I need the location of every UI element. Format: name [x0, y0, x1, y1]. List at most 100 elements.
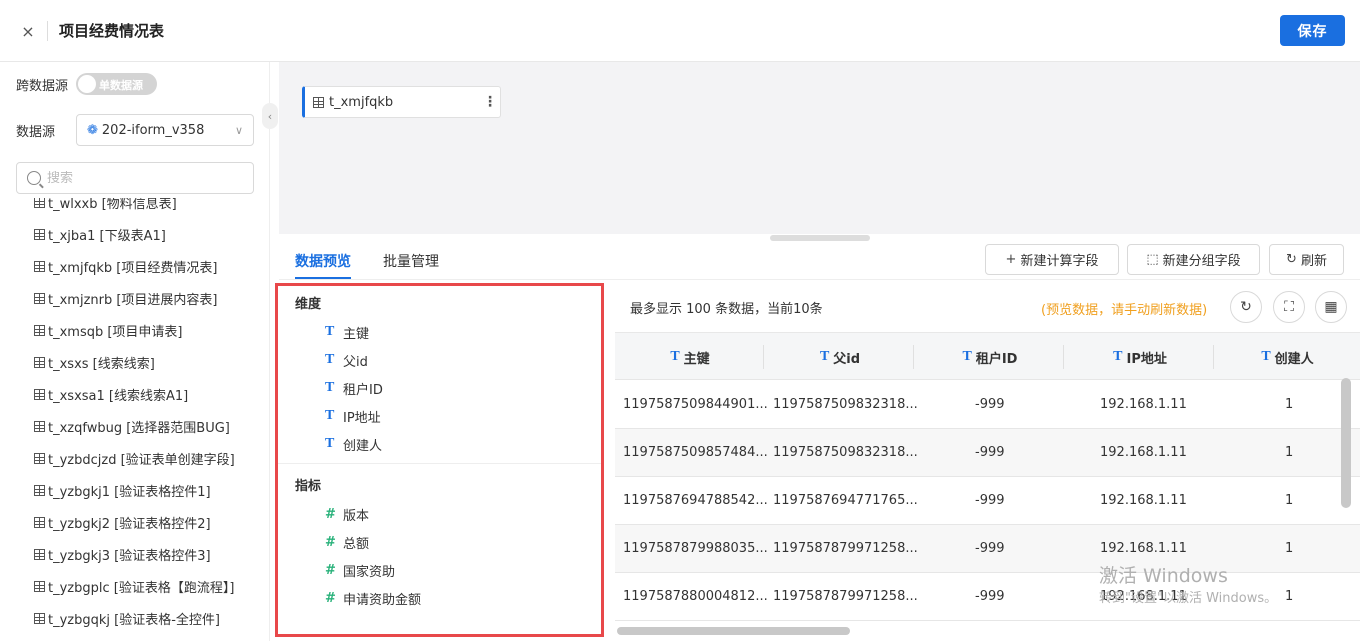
search-input[interactable]: [47, 170, 243, 186]
close-icon[interactable]: ×: [16, 19, 40, 43]
dimension-group-title: 维度: [295, 297, 322, 312]
number-type-icon: #: [325, 534, 336, 550]
table-item-label: t_yzbgkj1 [验证表格控件1]: [48, 484, 211, 500]
column-separator[interactable]: [763, 345, 764, 369]
table-row[interactable]: 1197587694788542... 1197587694771765... …: [615, 477, 1360, 525]
field-label: 主键: [343, 326, 370, 342]
table-icon: [34, 484, 45, 496]
table-item-label: t_xmjfqkb [项目经费情况表]: [48, 260, 218, 276]
mysql-icon: ❁: [87, 122, 98, 138]
column-header-label: 租户ID: [975, 351, 1018, 367]
table-list-item[interactable]: t_yzbgkj1 [验证表格控件1]: [34, 480, 211, 500]
measure-field[interactable]: # 总额: [325, 533, 370, 552]
column-header[interactable]: T 父id: [765, 347, 915, 367]
dimension-field[interactable]: T 主键: [325, 323, 370, 342]
table-list-item[interactable]: t_xmjfqkb [项目经费情况表]: [34, 256, 217, 276]
number-type-icon: #: [325, 562, 336, 578]
table-icon: [34, 260, 45, 272]
fields-panel: 维度 T 主键 T 父id T 租户ID T IP地址 T 创建人 指标 # 版本 # 总额 …: [275, 283, 604, 637]
table-cell: 192.168.1.11: [1100, 493, 1187, 508]
column-separator[interactable]: [913, 345, 914, 369]
table-item-label: t_xzqfwbug [选择器范围BUG]: [48, 420, 230, 436]
table-icon: [34, 198, 45, 208]
text-type-icon: T: [325, 324, 335, 339]
refresh-icon[interactable]: ↻: [1230, 291, 1262, 323]
table-list-item[interactable]: t_xmsqb [项目申请表]: [34, 320, 183, 340]
column-header[interactable]: T 租户ID: [915, 347, 1065, 367]
table-cell: 192.168.1.11: [1100, 445, 1187, 460]
text-type-icon: T: [325, 436, 335, 451]
search-icon: [27, 171, 41, 185]
table-list-item[interactable]: t_yzbdcjzd [验证表单创建字段]: [34, 448, 235, 468]
table-item-label: t_yzbgkj3 [验证表格控件3]: [48, 548, 211, 564]
table-list: t_wlxxb [物料信息表] t_xjba1 [下级表A1] t_xmjfqk…: [0, 198, 269, 641]
table-list-item[interactable]: t_xjba1 [下级表A1]: [34, 224, 166, 244]
column-header[interactable]: T IP地址: [1065, 347, 1215, 367]
table-icon: [34, 548, 45, 560]
layout-icon[interactable]: ▦: [1315, 291, 1347, 323]
table-list-item[interactable]: t_xzqfwbug [选择器范围BUG]: [34, 416, 230, 436]
table-cell: 1: [1285, 541, 1294, 556]
column-header[interactable]: T 创建人: [1215, 347, 1360, 367]
table-icon: [34, 452, 45, 464]
datasource-toggle[interactable]: 单数据源: [76, 73, 157, 95]
toggle-knob: [78, 75, 96, 93]
dimension-field[interactable]: T 父id: [325, 351, 368, 370]
more-options-icon[interactable]: ⋮: [480, 95, 500, 109]
text-type-icon: T: [1113, 349, 1123, 364]
number-type-icon: #: [325, 590, 336, 606]
plus-icon: +: [1005, 252, 1017, 267]
table-cell: 192.168.1.11: [1100, 541, 1187, 556]
refresh-button[interactable]: ↻ 刷新: [1269, 244, 1344, 275]
table-list-item[interactable]: t_xsxs [线索线索]: [34, 352, 155, 372]
measure-field[interactable]: # 版本: [325, 505, 369, 524]
table-list-item[interactable]: t_yzbgkj2 [验证表格控件2]: [34, 512, 211, 532]
column-separator[interactable]: [1213, 345, 1214, 369]
search-box[interactable]: [16, 162, 254, 194]
table-icon: [313, 96, 324, 108]
row-count-info: 最多显示 100 条数据，当前10条: [630, 302, 823, 317]
column-separator[interactable]: [1063, 345, 1064, 369]
table-cell: 192.168.1.11: [1100, 397, 1187, 412]
tab-batch-manage[interactable]: 批量管理: [383, 251, 439, 271]
table-icon: [34, 388, 45, 400]
table-row[interactable]: 1197587879988035... 1197587879971258... …: [615, 525, 1360, 573]
table-cell: 1: [1285, 397, 1294, 412]
sidebar-collapse-icon[interactable]: ‹: [262, 103, 278, 129]
table-list-item[interactable]: t_xmjznrb [项目进展内容表]: [34, 288, 218, 308]
tab-data-preview[interactable]: 数据预览: [295, 251, 351, 271]
new-calc-field-button[interactable]: + 新建计算字段: [985, 244, 1119, 275]
field-label: IP地址: [343, 410, 381, 426]
table-list-item[interactable]: t_yzbgqkj [验证表格-全控件]: [34, 608, 220, 628]
table-cell: -999: [975, 589, 1005, 604]
vertical-scrollbar[interactable]: [1341, 378, 1351, 508]
column-header[interactable]: T 主键: [615, 347, 765, 367]
text-type-icon: T: [962, 349, 972, 364]
field-label: 总额: [343, 536, 370, 552]
text-type-icon: T: [325, 408, 335, 423]
measure-field[interactable]: # 申请资助金额: [325, 589, 421, 608]
table-node[interactable]: t_xmjfqkb ⋮: [302, 86, 501, 118]
table-list-item[interactable]: t_yzbgkj3 [验证表格控件3]: [34, 544, 211, 564]
table-row[interactable]: 1197587509857484... 1197587509832318... …: [615, 429, 1360, 477]
dimension-field[interactable]: T IP地址: [325, 407, 381, 426]
table-list-item[interactable]: t_wlxxb [物料信息表]: [34, 198, 177, 212]
fields-divider: [278, 463, 601, 464]
cross-source-label: 跨数据源: [16, 79, 69, 94]
table-list-item[interactable]: t_xsxsa1 [线索线索A1]: [34, 384, 188, 404]
new-group-field-button[interactable]: ⬚ 新建分组字段: [1127, 244, 1260, 275]
number-type-icon: #: [325, 506, 336, 522]
dimension-field[interactable]: T 创建人: [325, 435, 382, 454]
table-list-item[interactable]: t_yzbgplc [验证表格【跑流程】]: [34, 576, 234, 596]
dimension-field[interactable]: T 租户ID: [325, 379, 383, 398]
measure-field[interactable]: # 国家资助: [325, 561, 395, 580]
model-canvas: t_xmjfqkb ⋮: [279, 62, 1360, 234]
table-cell: 1197587509832318...: [773, 445, 918, 460]
refresh-icon: ↻: [1286, 252, 1297, 267]
datasource-select[interactable]: ❁ 202-iform_v358 ∨: [76, 114, 254, 146]
horizontal-scrollbar[interactable]: [617, 627, 850, 635]
table-row[interactable]: 1197587509844901... 1197587509832318... …: [615, 381, 1360, 429]
save-button[interactable]: 保存: [1280, 15, 1345, 46]
table-icon: [34, 228, 45, 240]
fullscreen-icon[interactable]: ⛶: [1273, 291, 1305, 323]
